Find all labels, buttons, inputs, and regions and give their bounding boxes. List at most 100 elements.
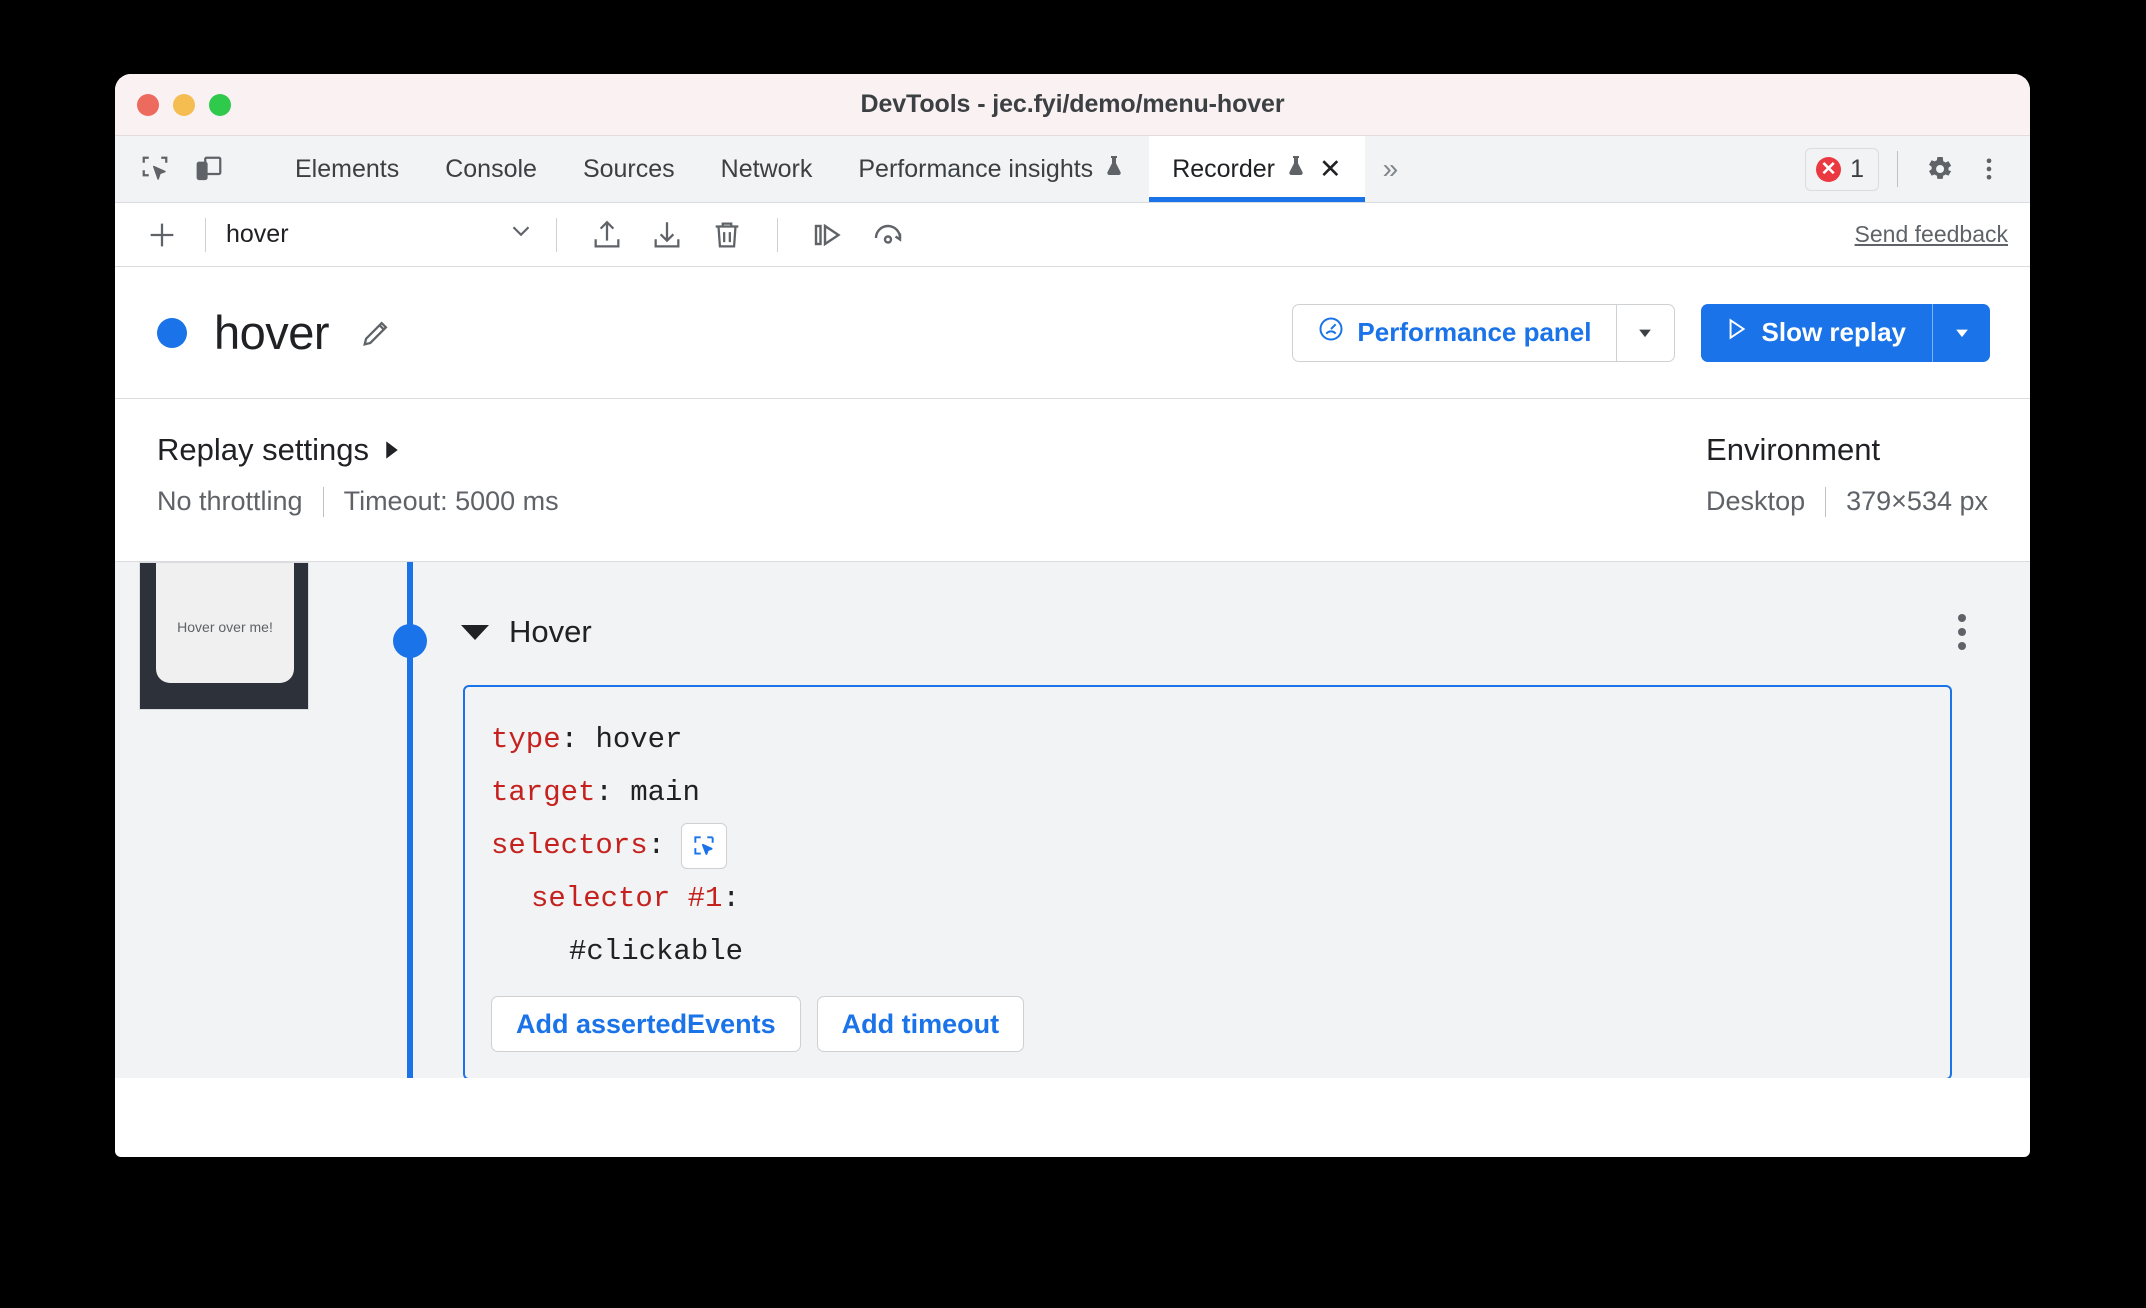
step-action-buttons: Add assertedEvents Add timeout [465, 996, 1950, 1052]
code-line-selector-1-value: #clickable [465, 925, 1950, 978]
screenshot-root: DevTools - jec.fyi/demo/menu-hover Eleme… [0, 0, 2146, 1308]
experiment-flask-icon [1284, 154, 1308, 185]
recording-title: hover [214, 306, 330, 359]
replay-settings-label: Replay settings [157, 432, 369, 467]
delete-icon[interactable] [703, 211, 751, 259]
code-key-target: target [491, 776, 596, 809]
add-asserted-events-button[interactable]: Add assertedEvents [491, 996, 801, 1052]
tab-label: Sources [582, 154, 675, 183]
throttling-value: No throttling [157, 486, 303, 516]
tab-label: Elements [295, 154, 400, 183]
inspect-element-icon[interactable] [133, 147, 177, 191]
tab-recorder[interactable]: Recorder ✕ [1149, 136, 1366, 202]
slow-replay-split-button: Slow replay [1700, 303, 1990, 362]
play-icon [1723, 316, 1749, 349]
tabbar-right-controls: ✕ 1 [1805, 136, 2030, 202]
close-icon[interactable]: ✕ [1319, 155, 1342, 183]
summary-divider-2 [1825, 486, 1827, 517]
replay-settings-summary: No throttling Timeout: 5000 ms [157, 486, 559, 517]
gear-icon[interactable] [1916, 146, 1962, 192]
device-toolbar-icon[interactable] [187, 147, 231, 191]
code-key-selector-1: selector #1 [531, 882, 723, 915]
tabbar-left-icons [115, 136, 272, 202]
replay-icon[interactable] [864, 211, 912, 259]
error-icon: ✕ [1816, 156, 1842, 182]
step-hover: Hover type: hover target: main selectors… [445, 606, 2030, 1078]
send-feedback-link[interactable]: Send feedback [1855, 221, 2008, 248]
more-tabs-icon[interactable]: » [1365, 136, 1417, 202]
code-value-type: hover [595, 723, 683, 756]
timeout-value: Timeout: 5000 ms [343, 486, 559, 516]
performance-panel-dropdown[interactable] [1615, 304, 1674, 361]
import-icon[interactable] [643, 211, 691, 259]
environment-device: Desktop [1706, 486, 1806, 516]
tab-sources[interactable]: Sources [560, 136, 698, 202]
window-title: DevTools - jec.fyi/demo/menu-hover [860, 90, 1285, 118]
tab-network[interactable]: Network [698, 136, 836, 202]
recording-status-dot [157, 317, 187, 348]
code-value-selector-1: #clickable [569, 935, 744, 968]
add-recording-button[interactable] [139, 212, 185, 258]
replay-settings-toggle[interactable]: Replay settings [157, 432, 559, 468]
code-value-target: main [630, 776, 700, 809]
thumbnail-text: Hover over me! [177, 619, 273, 635]
add-timeout-button[interactable]: Add timeout [816, 996, 1025, 1052]
step-header[interactable]: Hover [445, 606, 2030, 658]
timeline-step-marker[interactable] [393, 624, 427, 658]
recorder-toolbar: hover Send feedback [115, 203, 2030, 267]
recording-selector[interactable]: hover [226, 216, 536, 253]
environment-heading: Environment [1706, 432, 1880, 468]
settings-row: Replay settings No throttling Timeout: 5… [115, 399, 2030, 562]
environment-column: Environment Desktop 379×534 px [1706, 432, 1988, 561]
step-thumbnail[interactable]: Hover over me! [139, 562, 309, 710]
step-kebab-menu-icon[interactable] [1950, 606, 1974, 658]
step-over-icon[interactable] [804, 211, 852, 259]
devtools-window: DevTools - jec.fyi/demo/menu-hover Eleme… [115, 74, 2030, 1157]
window-titlebar: DevTools - jec.fyi/demo/menu-hover [115, 74, 2030, 136]
environment-label: Environment [1706, 432, 1881, 467]
code-key-type: type [491, 723, 561, 756]
code-line-selectors: selectors: [465, 819, 1950, 872]
tab-label: Recorder [1172, 154, 1276, 183]
pencil-icon[interactable] [353, 310, 399, 356]
code-line-type: type: hover [465, 713, 1950, 766]
export-icon[interactable] [583, 211, 631, 259]
performance-panel-button[interactable]: Performance panel [1293, 305, 1615, 361]
toolbar-divider-3 [777, 217, 778, 252]
error-count: 1 [1850, 154, 1864, 183]
overflow-label: » [1382, 153, 1399, 184]
performance-gauge-icon [1317, 315, 1345, 350]
chevron-right-icon [383, 432, 401, 468]
code-line-target: target: main [465, 766, 1950, 819]
step-code-block: type: hover target: main selectors: sele… [463, 685, 1952, 1078]
tab-label: Console [445, 154, 537, 183]
kebab-menu-icon[interactable] [1966, 146, 2012, 192]
performance-panel-label: Performance panel [1357, 317, 1592, 347]
steps-area: Hover over me! Hover type: hover target … [115, 562, 2030, 1078]
chevron-down-icon[interactable] [461, 624, 489, 640]
tabs-list: Elements Console Sources Network Perform… [272, 136, 1366, 202]
code-key-selectors: selectors [491, 829, 648, 862]
tab-performance-insights[interactable]: Performance insights [835, 136, 1149, 202]
error-badge[interactable]: ✕ 1 [1805, 147, 1879, 191]
tab-elements[interactable]: Elements [272, 136, 422, 202]
select-element-icon[interactable] [681, 822, 728, 869]
thumbnail-page: Hover over me! [156, 563, 294, 683]
recording-header: hover Performance panel Slow replay [115, 267, 2030, 399]
toolbar-divider-2 [556, 217, 557, 252]
slow-replay-dropdown[interactable] [1932, 303, 1990, 362]
thumbnail-frame: Hover over me! [139, 562, 309, 710]
step-title: Hover [509, 614, 592, 649]
header-actions: Performance panel Slow replay [1292, 303, 1990, 362]
chevron-down-icon [506, 216, 536, 253]
tab-console[interactable]: Console [422, 136, 560, 202]
slow-replay-button[interactable]: Slow replay [1701, 304, 1933, 362]
slow-replay-label: Slow replay [1761, 317, 1907, 347]
code-line-selector-1: selector #1: [465, 872, 1950, 925]
toolbar-divider [205, 217, 206, 252]
replay-settings-column: Replay settings No throttling Timeout: 5… [157, 432, 559, 561]
environment-summary: Desktop 379×534 px [1706, 486, 1988, 517]
tab-label: Network [720, 154, 813, 183]
environment-viewport: 379×534 px [1846, 486, 1988, 516]
summary-divider [322, 486, 324, 517]
